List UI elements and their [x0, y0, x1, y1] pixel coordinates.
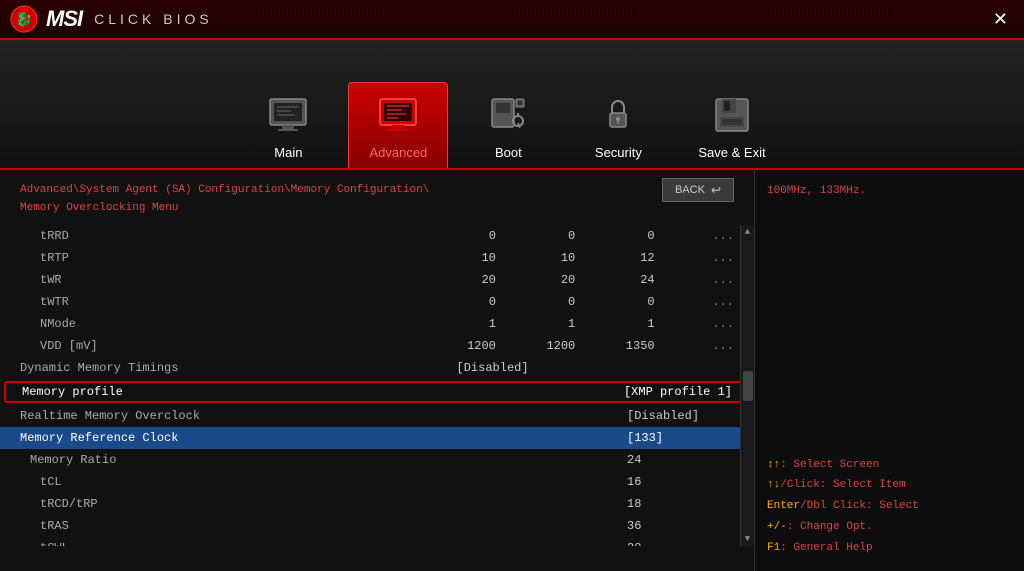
nav-tabs: Main Advanced [0, 40, 1024, 170]
key-help-section: ↕↑: Select Screen ↑↓/Click: Select Item … [767, 455, 1012, 559]
advanced-icon [374, 91, 422, 139]
table-row: tWR 20 20 24 ... [0, 269, 754, 291]
tab-main[interactable]: Main [238, 83, 338, 168]
table-row: tRRD 0 0 0 ... [0, 225, 754, 247]
svg-text:🐉: 🐉 [15, 11, 32, 29]
tab-advanced[interactable]: Advanced [348, 82, 448, 168]
tab-boot[interactable]: Boot [458, 83, 558, 168]
table-row: tWTR 0 0 0 ... [0, 291, 754, 313]
breadcrumb: Advanced\System Agent (SA) Configuration… [0, 180, 754, 225]
settings-table-2: Realtime Memory Overclock [Disabled] Mem… [0, 405, 754, 546]
memory-profile-value: [XMP profile 1] [624, 385, 732, 399]
close-button[interactable]: ✕ [987, 7, 1014, 32]
left-panel: BACK ↩ Advanced\System Agent (SA) Config… [0, 170, 754, 571]
main-content: BACK ↩ Advanced\System Agent (SA) Config… [0, 170, 1024, 571]
msi-dragon-icon: 🐉 [10, 5, 38, 33]
scroll-thumb[interactable] [743, 371, 753, 401]
security-tab-label: Security [595, 145, 642, 160]
tab-save-exit[interactable]: Save & Exit [678, 83, 785, 168]
tcl-row[interactable]: tCL 16 [0, 471, 754, 493]
main-tab-label: Main [274, 145, 302, 160]
tcwl-row[interactable]: tCWL 20 [0, 537, 754, 546]
scroll-up-icon[interactable]: ▲ [745, 227, 750, 237]
trcd-row[interactable]: tRCD/tRP 18 [0, 493, 754, 515]
realtime-oc-row[interactable]: Realtime Memory Overclock [Disabled] [0, 405, 754, 427]
main-icon [264, 91, 312, 139]
msi-logo-text: MSI [46, 6, 82, 32]
security-icon [594, 91, 642, 139]
table-row: NMode 1 1 1 ... [0, 313, 754, 335]
back-button[interactable]: BACK ↩ [662, 178, 734, 202]
back-arrow-icon: ↩ [711, 183, 721, 197]
tras-row[interactable]: tRAS 36 [0, 515, 754, 537]
dynamic-timing-row[interactable]: Dynamic Memory Timings [Disabled] [0, 357, 754, 379]
table-row: VDD [mV] 1200 1200 1350 ... [0, 335, 754, 357]
settings-table: tRRD 0 0 0 ... tRTP 10 10 12 ... [0, 225, 754, 379]
memory-ratio-row[interactable]: Memory Ratio 24 [0, 449, 754, 471]
boot-tab-label: Boot [495, 145, 522, 160]
help-text: 100MHz, 133MHz. [767, 182, 1012, 202]
memory-ref-clock-row[interactable]: Memory Reference Clock [133] [0, 427, 754, 449]
memory-profile-label: Memory profile [22, 385, 123, 399]
scroll-down-icon[interactable]: ▼ [745, 534, 750, 544]
header: 🐉 MSI CLICK BIOS ✕ [0, 0, 1024, 40]
logo-area: 🐉 MSI CLICK BIOS [10, 5, 213, 33]
save-exit-icon [708, 91, 756, 139]
memory-profile-row[interactable]: Memory profile [XMP profile 1] [4, 381, 750, 403]
key-help-item: ↕↑: Select Screen ↑↓/Click: Select Item … [767, 455, 1012, 559]
scrollbar[interactable]: ▲ ▼ [740, 225, 754, 546]
tab-security[interactable]: Security [568, 83, 668, 168]
click-bios-text: CLICK BIOS [94, 11, 213, 27]
save-exit-tab-label: Save & Exit [698, 145, 765, 160]
back-label: BACK [675, 184, 705, 196]
table-row: tRTP 10 10 12 ... [0, 247, 754, 269]
advanced-tab-label: Advanced [369, 145, 427, 160]
boot-icon [484, 91, 532, 139]
right-panel: 100MHz, 133MHz. ↕↑: Select Screen ↑↓/Cli… [754, 170, 1024, 571]
